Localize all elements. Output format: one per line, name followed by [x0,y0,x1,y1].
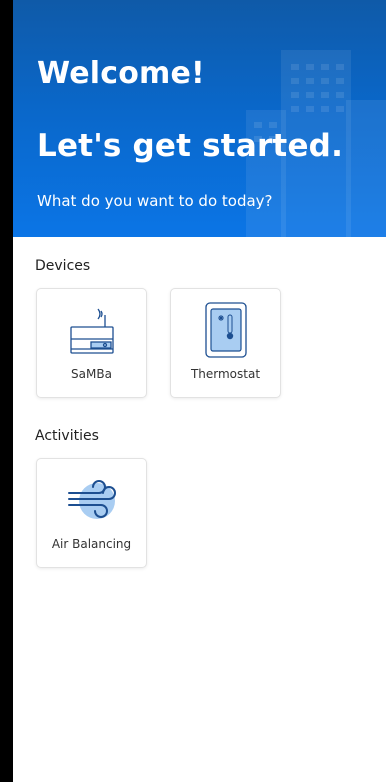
samba-device-card[interactable]: SaMBa [36,288,147,398]
air-balancing-label: Air Balancing [51,537,132,551]
welcome-banner: Welcome! Let's get started. What do you … [13,0,386,237]
thermostat-device-card[interactable]: Thermostat [170,288,281,398]
get-started-heading: Let's get started. [37,128,344,164]
activities-section-label: Activities [35,428,99,444]
thermostat-icon [201,301,251,361]
thermostat-device-label: Thermostat [190,367,261,381]
app-screen: Welcome! Let's get started. What do you … [13,0,386,782]
samba-device-icon [67,301,117,361]
prompt-text: What do you want to do today? [37,192,273,210]
air-balancing-icon [65,471,119,531]
samba-device-label: SaMBa [71,367,112,381]
air-balancing-activity-card[interactable]: Air Balancing [36,458,147,568]
welcome-title: Welcome! [37,56,205,91]
devices-section-label: Devices [35,258,91,274]
